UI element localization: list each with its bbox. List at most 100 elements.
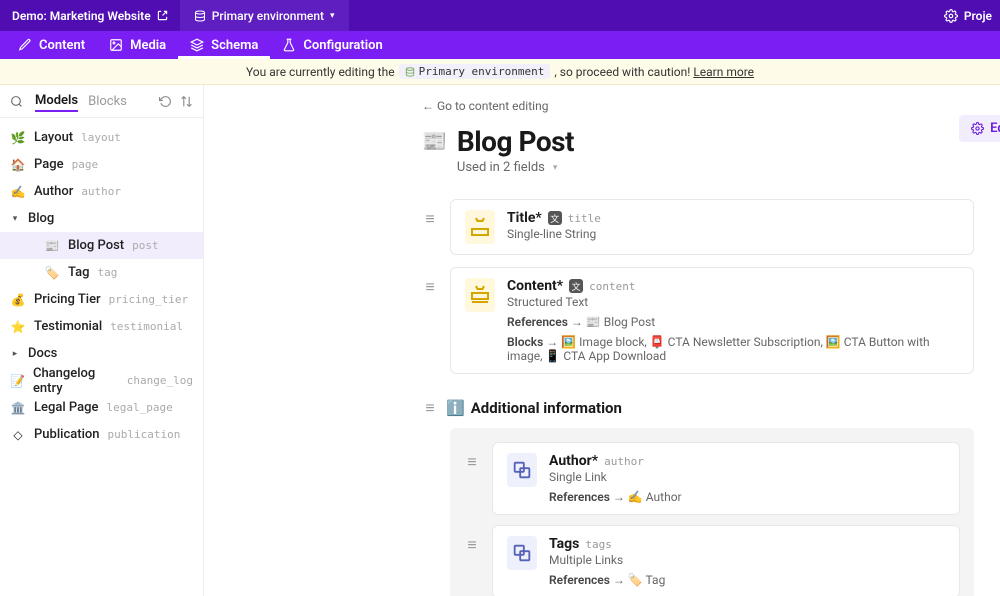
- tree-item-api-id: publication: [108, 428, 181, 441]
- model-tree: 🌿Layoutlayout🏠Pagepage✍️Authorauthor▾Blo…: [0, 118, 203, 454]
- tree-item-legal_page[interactable]: 🏛️ Legal Page legal_page: [0, 394, 203, 421]
- field-references: References → 📰 Blog Post: [507, 315, 959, 329]
- model-emoji: 🏷️: [44, 266, 60, 280]
- field-title[interactable]: ≡ Title* 文 title Single-line String: [422, 199, 974, 255]
- model-emoji: ⭐: [10, 320, 26, 334]
- tree-item-label: Tag: [68, 265, 89, 280]
- env-warning: You are currently editing the Primary en…: [0, 59, 1000, 85]
- tree-item-label: Docs: [28, 346, 57, 361]
- tree-item-api-id: testimonial: [110, 320, 183, 333]
- tree-item-change_log[interactable]: 📝 Changelog entry change_log: [0, 367, 203, 394]
- structured-text-icon: [465, 278, 495, 312]
- translatable-icon: 文: [569, 279, 583, 293]
- tree-item-label: Page: [34, 157, 64, 172]
- layers-icon: [190, 38, 204, 52]
- main-panel: Edit model ⋮ ← Go to content editing 📰 B…: [204, 85, 1000, 596]
- tree-item-api-id: pricing_tier: [109, 293, 188, 306]
- edit-model-button[interactable]: Edit model: [959, 115, 1000, 142]
- tree-item-api-id: page: [72, 158, 99, 171]
- link-field-icon: [507, 453, 537, 487]
- tree-item-docs[interactable]: ▸ Docs: [0, 340, 203, 367]
- model-emoji: 📰: [44, 239, 60, 253]
- drag-handle[interactable]: ≡: [422, 267, 436, 297]
- environment-switcher[interactable]: Primary environment ▾: [180, 0, 349, 31]
- field-tags[interactable]: ≡ Tags tags Multiple Links: [464, 525, 960, 596]
- model-emoji: 🏛️: [10, 401, 26, 415]
- drag-handle[interactable]: ≡: [422, 398, 436, 418]
- field-api-id: content: [589, 280, 635, 293]
- tree-item-label: Author: [34, 184, 73, 199]
- field-type: Single Link: [549, 470, 945, 484]
- tree-item-label: Publication: [34, 427, 100, 442]
- tab-models[interactable]: Models: [35, 93, 78, 112]
- topbar: Demo: Marketing Website Primary environm…: [0, 0, 1000, 31]
- sidebar: Models Blocks 🌿Layoutlayout 🏠 Page page ✍️ Au…: [0, 85, 204, 596]
- tree-item-blog[interactable]: ▾Blog: [0, 205, 203, 232]
- field-name: Tags: [549, 536, 579, 552]
- sort-icon[interactable]: [180, 95, 193, 108]
- field-api-id: title: [568, 212, 601, 225]
- history-icon[interactable]: [159, 95, 172, 108]
- nav-config[interactable]: Configuration: [270, 31, 394, 59]
- nav-content[interactable]: Content: [6, 31, 97, 59]
- gear-icon: [971, 122, 984, 135]
- field-author[interactable]: ≡ Author* author Single Link: [464, 442, 960, 515]
- gear-icon: [944, 9, 958, 23]
- tree-item-page[interactable]: 🏠 Page page: [0, 151, 203, 178]
- field-api-id: tags: [585, 538, 612, 551]
- open-icon: [157, 10, 168, 21]
- field-type: Structured Text: [507, 295, 959, 309]
- field-references: References → 🏷️ Tag: [549, 573, 945, 587]
- learn-more-link[interactable]: Learn more: [693, 65, 754, 79]
- field-content[interactable]: ≡ Content* 文 content Structured Text: [422, 267, 974, 374]
- drag-handle[interactable]: ≡: [422, 199, 436, 229]
- model-title: Blog Post: [457, 125, 574, 158]
- model-icon: 📰: [422, 125, 447, 153]
- tree-item-api-id: legal_page: [106, 401, 172, 414]
- tree-item-api-id: change_log: [127, 374, 193, 387]
- field-blocks: Blocks → 🖼️ Image block, 📮 CTA Newslette…: [507, 335, 959, 363]
- tree-item-label: Changelog entry: [33, 366, 119, 396]
- translatable-icon: 文: [548, 211, 562, 225]
- chevron-down-icon: ▾: [330, 11, 335, 21]
- tree-item-publication[interactable]: ◇ Publication publication: [0, 421, 203, 448]
- model-emoji: 🏠: [10, 158, 26, 172]
- tree-item-api-id: tag: [97, 266, 117, 279]
- nav-schema[interactable]: Schema: [178, 31, 270, 59]
- tree-item-label: Testimonial: [34, 319, 102, 334]
- env-chip: Primary environment: [399, 64, 551, 79]
- tab-blocks[interactable]: Blocks: [88, 94, 127, 109]
- chevron-down-icon: ▾: [553, 163, 558, 173]
- tree-item-api-id: layout: [81, 131, 121, 144]
- drag-handle[interactable]: ≡: [464, 525, 478, 555]
- project-settings[interactable]: Proje: [944, 9, 1000, 23]
- edit-icon: [18, 38, 32, 52]
- string-field-icon: [465, 210, 495, 244]
- info-icon: ℹ️: [446, 399, 465, 417]
- tree-item-layout[interactable]: 🌿Layoutlayout: [0, 124, 203, 151]
- tree-item-api-id: post: [132, 239, 159, 252]
- tree-item-label: Blog: [28, 211, 54, 226]
- search-icon[interactable]: [10, 95, 23, 108]
- field-api-id: author: [604, 455, 644, 468]
- model-usage[interactable]: Used in 2 fields▾: [457, 160, 574, 175]
- project-name[interactable]: Demo: Marketing Website: [0, 9, 180, 23]
- tree-item-label: Legal Page: [34, 400, 98, 415]
- back-to-content-link[interactable]: ← Go to content editing: [422, 99, 974, 113]
- model-emoji: ◇: [10, 428, 26, 442]
- field-references: References → ✍️ Author: [549, 490, 945, 504]
- field-group-additional-info[interactable]: ≡ ℹ️Additional information: [422, 398, 974, 418]
- main-nav: Content Media Schema Configuration: [0, 31, 1000, 59]
- tree-item-tag[interactable]: 🏷️ Tagtag: [0, 259, 203, 286]
- nav-media[interactable]: Media: [97, 31, 178, 59]
- database-icon: [194, 10, 206, 22]
- tree-item-author[interactable]: ✍️Authorauthor: [0, 178, 203, 205]
- caret-right-icon: ▸: [10, 349, 20, 359]
- model-emoji: ✍️: [10, 185, 26, 199]
- tree-item-post[interactable]: 📰Blog Postpost: [0, 232, 203, 259]
- image-icon: [109, 38, 123, 52]
- tree-item-testimonial[interactable]: ⭐ Testimonial testimonial: [0, 313, 203, 340]
- drag-handle[interactable]: ≡: [464, 442, 478, 472]
- model-emoji: 📝: [10, 374, 25, 388]
- tree-item-pricing_tier[interactable]: 💰Pricing Tierpricing_tier: [0, 286, 203, 313]
